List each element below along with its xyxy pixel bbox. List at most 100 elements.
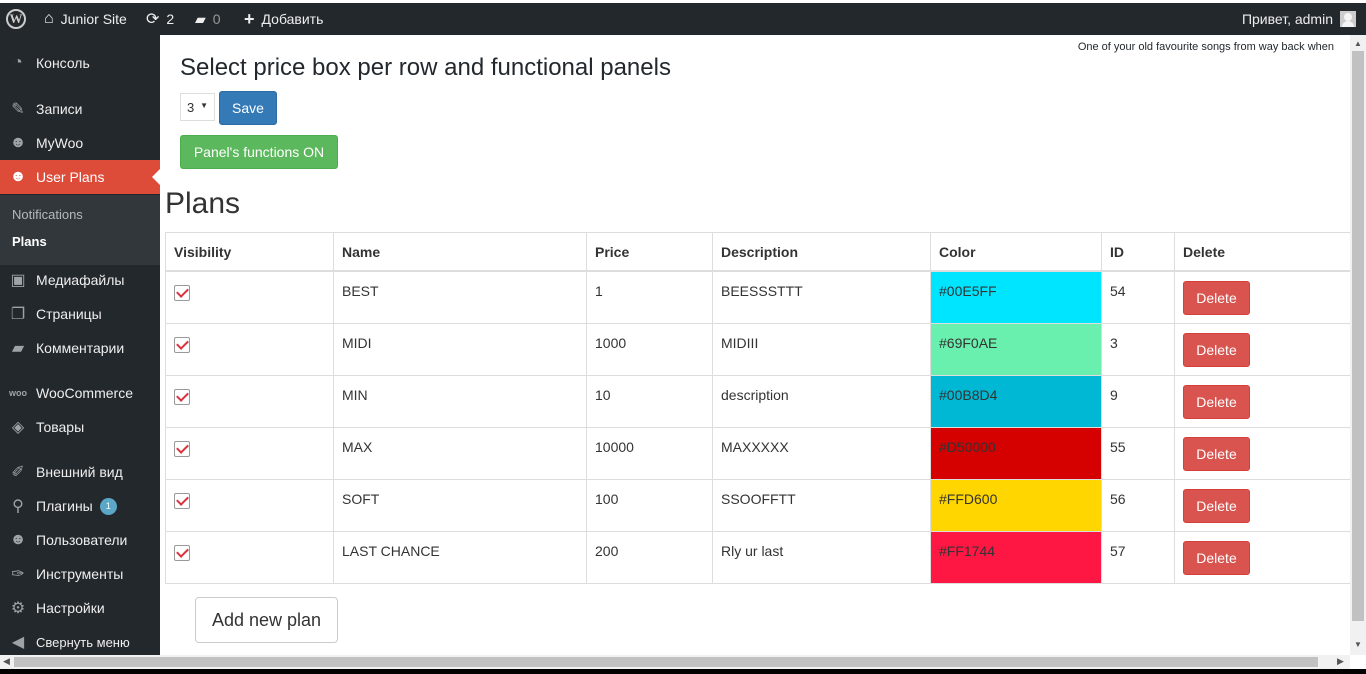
scroll-down-icon[interactable]: ▼: [1354, 640, 1362, 649]
updates-link[interactable]: ⟳ 2: [146, 3, 174, 35]
delete-cell: Delete: [1174, 478, 1350, 532]
settings-icon: ⚙: [10, 600, 26, 617]
menu-settings[interactable]: ⚙ Настройки: [0, 591, 160, 625]
visibility-checkbox[interactable]: [174, 440, 190, 457]
delete-button[interactable]: Delete: [1183, 280, 1250, 315]
menu-comments[interactable]: ▰ Комментарии: [0, 331, 160, 365]
color-cell: #FF1744: [930, 530, 1102, 584]
save-button[interactable]: Save: [219, 91, 277, 125]
menu-plugins[interactable]: ⚲ Плагины 1: [0, 489, 160, 523]
menu-label: Товары: [36, 419, 85, 435]
price-cell: 10000: [586, 426, 713, 480]
horizontal-scroll-thumb[interactable]: [14, 657, 1318, 667]
id-cell: 3: [1101, 322, 1175, 376]
id-cell: 9: [1101, 374, 1175, 428]
delete-button[interactable]: Delete: [1183, 436, 1250, 471]
color-cell: #00E5FF: [930, 270, 1102, 324]
menu-label: Свернуть меню: [36, 634, 130, 650]
dashboard-icon: ◔: [13, 54, 23, 71]
menu-collapse[interactable]: ◀ Свернуть меню: [0, 625, 160, 659]
menu-dashboard[interactable]: ◔ Консоль: [0, 46, 160, 80]
menu-appearance[interactable]: ✐ Внешний вид: [0, 455, 160, 489]
price-cell: 1: [586, 270, 713, 324]
admin-sidebar: ◔ Консоль ✎ Записи ☻ MyWoo ☻ User Plans …: [0, 35, 160, 655]
site-name-link[interactable]: ⌂ Junior Site: [44, 3, 127, 35]
menu-posts[interactable]: ✎ Записи: [0, 92, 160, 126]
plans-table: Visibility Name Price Description Color …: [165, 232, 1350, 584]
menu-label: User Plans: [36, 169, 105, 185]
col-delete: Delete: [1174, 232, 1350, 272]
menu-user-plans[interactable]: ☻ User Plans: [0, 160, 160, 194]
menu-label: Медиафайлы: [36, 272, 125, 288]
col-description: Description: [712, 232, 931, 272]
name-cell: MAX: [333, 426, 587, 480]
menu-label: Комментарии: [36, 340, 125, 356]
visibility-cell: [165, 426, 334, 480]
id-cell: 57: [1101, 530, 1175, 584]
wordpress-logo[interactable]: W: [6, 3, 26, 35]
col-price: Price: [586, 232, 713, 272]
delete-cell: Delete: [1174, 322, 1350, 376]
menu-media[interactable]: ▣ Медиафайлы: [0, 263, 160, 297]
visibility-checkbox[interactable]: [174, 284, 190, 301]
delete-button[interactable]: Delete: [1183, 332, 1250, 367]
delete-button[interactable]: Delete: [1183, 384, 1250, 419]
my-account-link[interactable]: Привет, admin: [1242, 3, 1356, 35]
user-icon: ☻: [9, 531, 27, 548]
main-content: One of your old favourite songs from way…: [160, 35, 1350, 655]
per-row-select[interactable]: 3 ▼: [180, 93, 215, 121]
visibility-checkbox[interactable]: [174, 336, 190, 353]
submenu-notifications[interactable]: Notifications: [12, 207, 83, 222]
scroll-left-icon[interactable]: ◀: [3, 656, 10, 667]
brush-icon: ✐: [11, 464, 25, 481]
price-cell: 1000: [586, 322, 713, 376]
menu-label: Настройки: [36, 600, 105, 616]
submenu-plans[interactable]: Plans: [12, 234, 47, 249]
id-cell: 54: [1101, 270, 1175, 324]
table-row: LAST CHANCE 200 Rly ur last #FF1744 57 Delete: [165, 530, 1350, 584]
menu-pages[interactable]: ❐ Страницы: [0, 297, 160, 331]
comments-link[interactable]: ▰ 0: [195, 3, 221, 35]
visibility-checkbox[interactable]: [174, 492, 190, 509]
wordpress-icon: W: [6, 9, 26, 29]
menu-label: MyWoo: [36, 135, 84, 151]
menu-users[interactable]: ☻ Пользователи: [0, 523, 160, 557]
table-row: SOFT 100 SSOOFFTT #FFD600 56 Delete: [165, 478, 1350, 532]
delete-button[interactable]: Delete: [1183, 540, 1250, 575]
name-cell: MIDI: [333, 322, 587, 376]
visibility-cell: [165, 270, 334, 324]
site-name: Junior Site: [60, 11, 127, 27]
color-cell: #69F0AE: [930, 322, 1102, 376]
users-icon: ☻: [9, 134, 27, 151]
table-row: BEST 1 BEESSSTTT #00E5FF 54 Delete: [165, 270, 1350, 324]
panel-functions-toggle[interactable]: Panel's functions ON: [180, 135, 338, 169]
add-new-plan-button[interactable]: Add new plan: [195, 597, 338, 643]
scroll-up-icon[interactable]: ▲: [1354, 39, 1362, 48]
vertical-scrollbar[interactable]: ▲ ▼: [1350, 35, 1366, 655]
menu-label: Записи: [36, 101, 83, 117]
menu-label: Страницы: [36, 306, 102, 322]
delete-cell: Delete: [1174, 426, 1350, 480]
delete-cell: Delete: [1174, 374, 1350, 428]
delete-cell: Delete: [1174, 530, 1350, 584]
visibility-checkbox[interactable]: [174, 388, 190, 405]
horizontal-scrollbar[interactable]: ◀ ▶: [0, 655, 1350, 669]
woo-icon: woo: [9, 388, 27, 398]
menu-tools[interactable]: ✑ Инструменты: [0, 557, 160, 591]
visibility-checkbox[interactable]: [174, 544, 190, 561]
menu-products[interactable]: ◈ Товары: [0, 410, 160, 444]
menu-label: Пользователи: [36, 532, 128, 548]
visibility-cell: [165, 530, 334, 584]
scroll-right-icon[interactable]: ▶: [1337, 656, 1344, 667]
description-cell: Rly ur last: [712, 530, 931, 584]
admin-bar: W ⌂ Junior Site ⟳ 2 ▰ 0 + Добавить Приве…: [0, 0, 1366, 35]
description-cell: SSOOFFTT: [712, 478, 931, 532]
menu-mywoo[interactable]: ☻ MyWoo: [0, 126, 160, 160]
vertical-scroll-thumb[interactable]: [1352, 51, 1364, 621]
menu-woocommerce[interactable]: woo WooCommerce: [0, 376, 160, 410]
page-title: Select price box per row and functional …: [180, 54, 671, 81]
hello-dolly-lyric: One of your old favourite songs from way…: [1077, 41, 1334, 53]
delete-button[interactable]: Delete: [1183, 488, 1250, 523]
add-new-link[interactable]: + Добавить: [244, 3, 323, 35]
col-id: ID: [1101, 232, 1175, 272]
